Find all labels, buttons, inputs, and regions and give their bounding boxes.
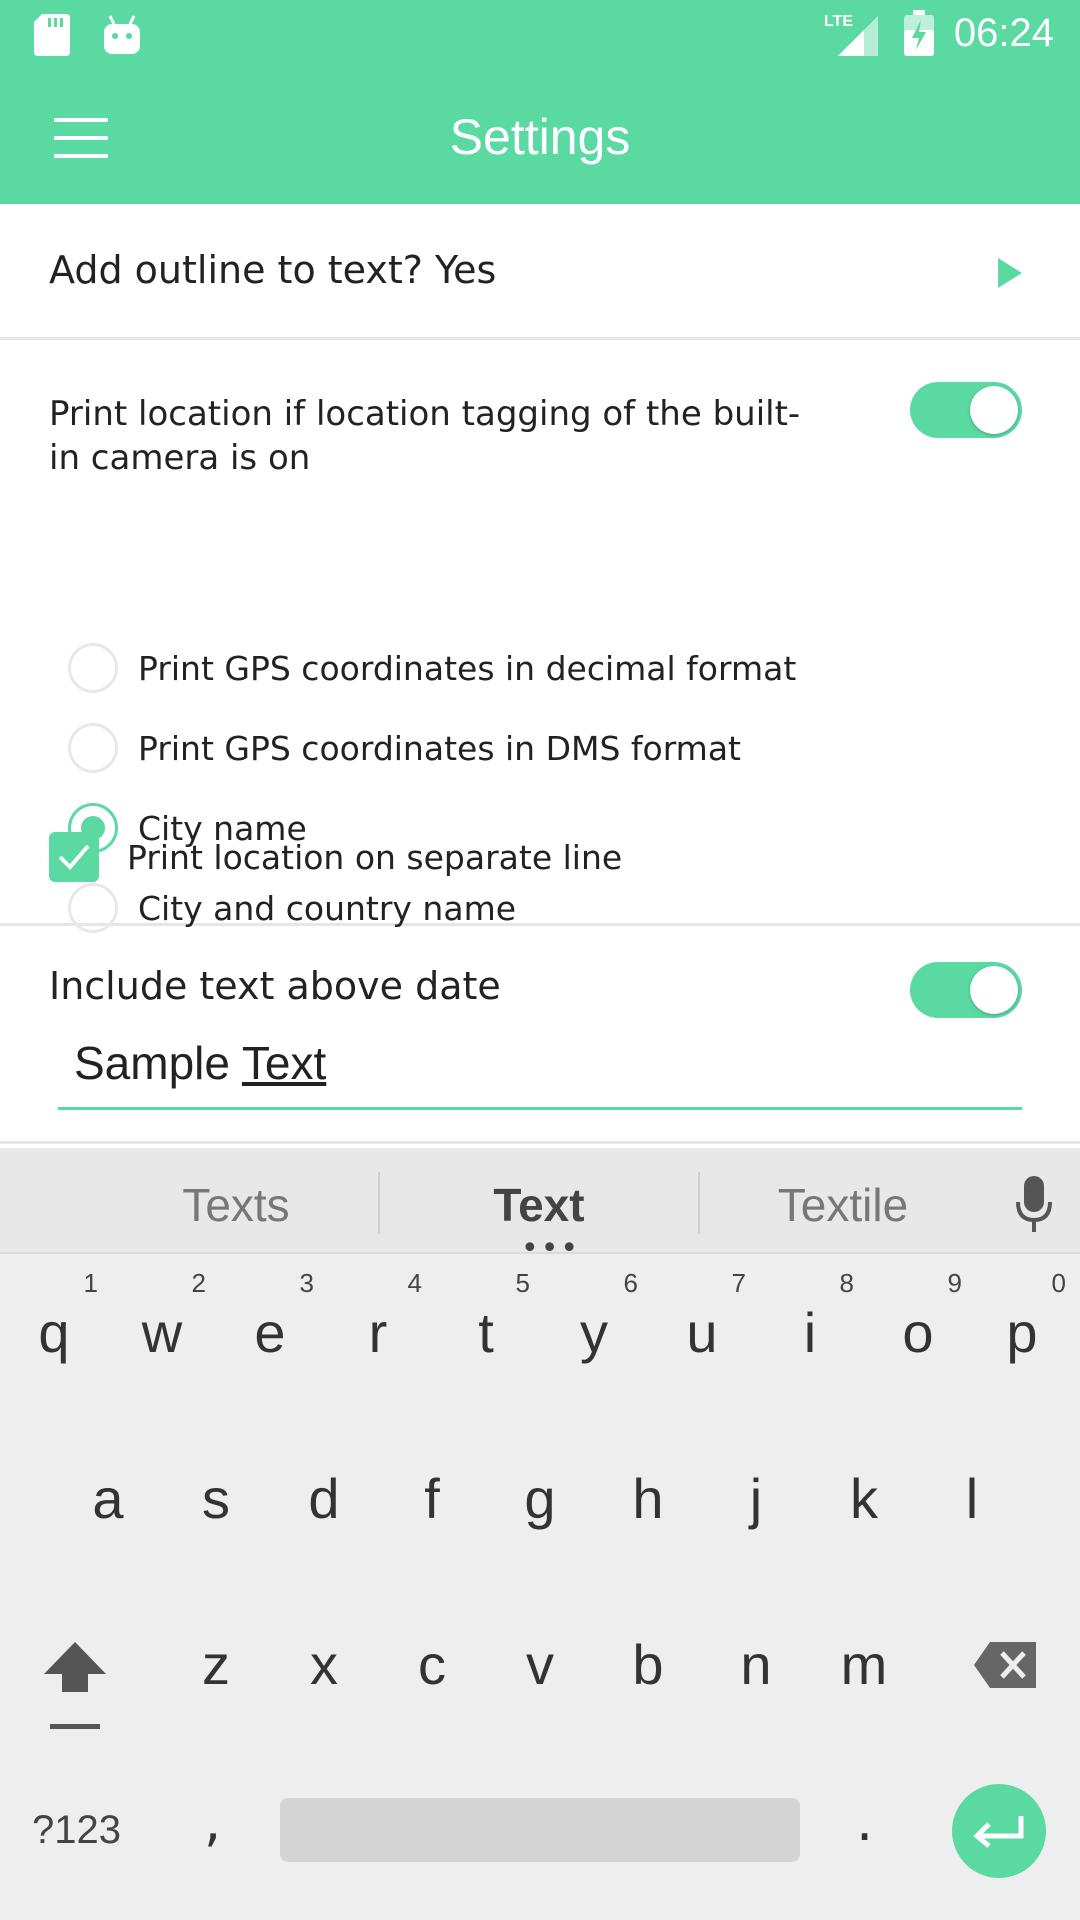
key-x[interactable]: x	[274, 1632, 374, 1697]
key-e[interactable]: e3	[220, 1268, 320, 1365]
key-g[interactable]: g	[490, 1466, 590, 1531]
space-key[interactable]	[280, 1798, 800, 1862]
sd-card-icon	[34, 14, 70, 56]
backspace-icon[interactable]	[972, 1640, 1038, 1690]
key-d[interactable]: d	[274, 1466, 374, 1531]
status-bar: LTE 06:24	[0, 0, 1080, 70]
key-z[interactable]: z	[166, 1632, 266, 1697]
more-suggestions-icon: •••	[521, 1231, 581, 1266]
key-v[interactable]: v	[490, 1632, 590, 1697]
radio-gps-decimal[interactable]: Print GPS coordinates in decimal format	[68, 640, 796, 696]
location-toggle[interactable]	[910, 382, 1022, 438]
text-above-date-section: Include text above date Sample Text	[0, 926, 1080, 1144]
comma-key[interactable]: ,	[204, 1790, 221, 1853]
key-t[interactable]: t5	[436, 1268, 536, 1365]
microphone-icon[interactable]	[1016, 1176, 1052, 1234]
battery-charging-icon	[903, 10, 934, 56]
symbols-key[interactable]: ?123	[32, 1808, 121, 1853]
key-k[interactable]: k	[814, 1466, 914, 1531]
radio-gps-dms[interactable]: Print GPS coordinates in DMS format	[68, 720, 741, 776]
text-above-date-input[interactable]: Sample Text	[58, 1036, 1022, 1110]
key-l[interactable]: l	[922, 1466, 1022, 1531]
shift-icon[interactable]	[42, 1640, 108, 1730]
text-above-date-toggle[interactable]	[910, 962, 1022, 1018]
key-q[interactable]: q1	[4, 1268, 104, 1365]
key-j[interactable]: j	[706, 1466, 806, 1531]
suggestion-texts[interactable]: Texts	[111, 1178, 361, 1232]
radio-icon	[68, 643, 118, 693]
suggestion-bar: Texts Text ••• Textile	[0, 1148, 1080, 1266]
separate-line-checkbox-row[interactable]: Print location on separate line	[49, 832, 622, 882]
settings-list: Add outline to text? Yes Print location …	[0, 204, 1080, 1144]
key-f[interactable]: f	[382, 1466, 482, 1531]
enter-key[interactable]	[952, 1784, 1046, 1878]
key-a[interactable]: a	[58, 1466, 158, 1531]
period-key[interactable]: .	[856, 1790, 873, 1853]
app-bar: Settings	[0, 70, 1080, 204]
outline-setting-row[interactable]: Add outline to text? Yes	[0, 204, 1080, 340]
key-p[interactable]: p0	[972, 1268, 1072, 1365]
radio-icon	[68, 723, 118, 773]
status-time: 06:24	[953, 10, 1054, 55]
key-o[interactable]: o9	[868, 1268, 968, 1365]
enter-icon	[973, 1816, 1024, 1848]
page-title: Settings	[449, 109, 631, 165]
checkbox-checked-icon	[49, 832, 99, 882]
key-b[interactable]: b	[598, 1632, 698, 1697]
lte-signal-icon: LTE	[824, 13, 878, 56]
svg-text:LTE: LTE	[824, 13, 853, 30]
key-n[interactable]: n	[706, 1632, 806, 1697]
key-u[interactable]: u7	[652, 1268, 752, 1365]
key-y[interactable]: y6	[544, 1268, 644, 1365]
key-r[interactable]: r4	[328, 1268, 428, 1365]
key-s[interactable]: s	[166, 1466, 266, 1531]
key-c[interactable]: c	[382, 1632, 482, 1697]
key-w[interactable]: w2	[112, 1268, 212, 1365]
android-icon	[104, 15, 140, 54]
outline-setting-label: Add outline to text? Yes	[49, 248, 497, 292]
key-h[interactable]: h	[598, 1466, 698, 1531]
location-setting-title: Print location if location tagging of th…	[49, 394, 801, 478]
play-arrow-icon	[998, 258, 1022, 288]
text-above-date-title: Include text above date	[49, 964, 501, 1008]
key-i[interactable]: i8	[760, 1268, 860, 1365]
suggestion-text[interactable]: Text	[414, 1178, 664, 1232]
key-m[interactable]: m	[814, 1632, 914, 1697]
suggestion-textile[interactable]: Textile	[718, 1178, 968, 1232]
